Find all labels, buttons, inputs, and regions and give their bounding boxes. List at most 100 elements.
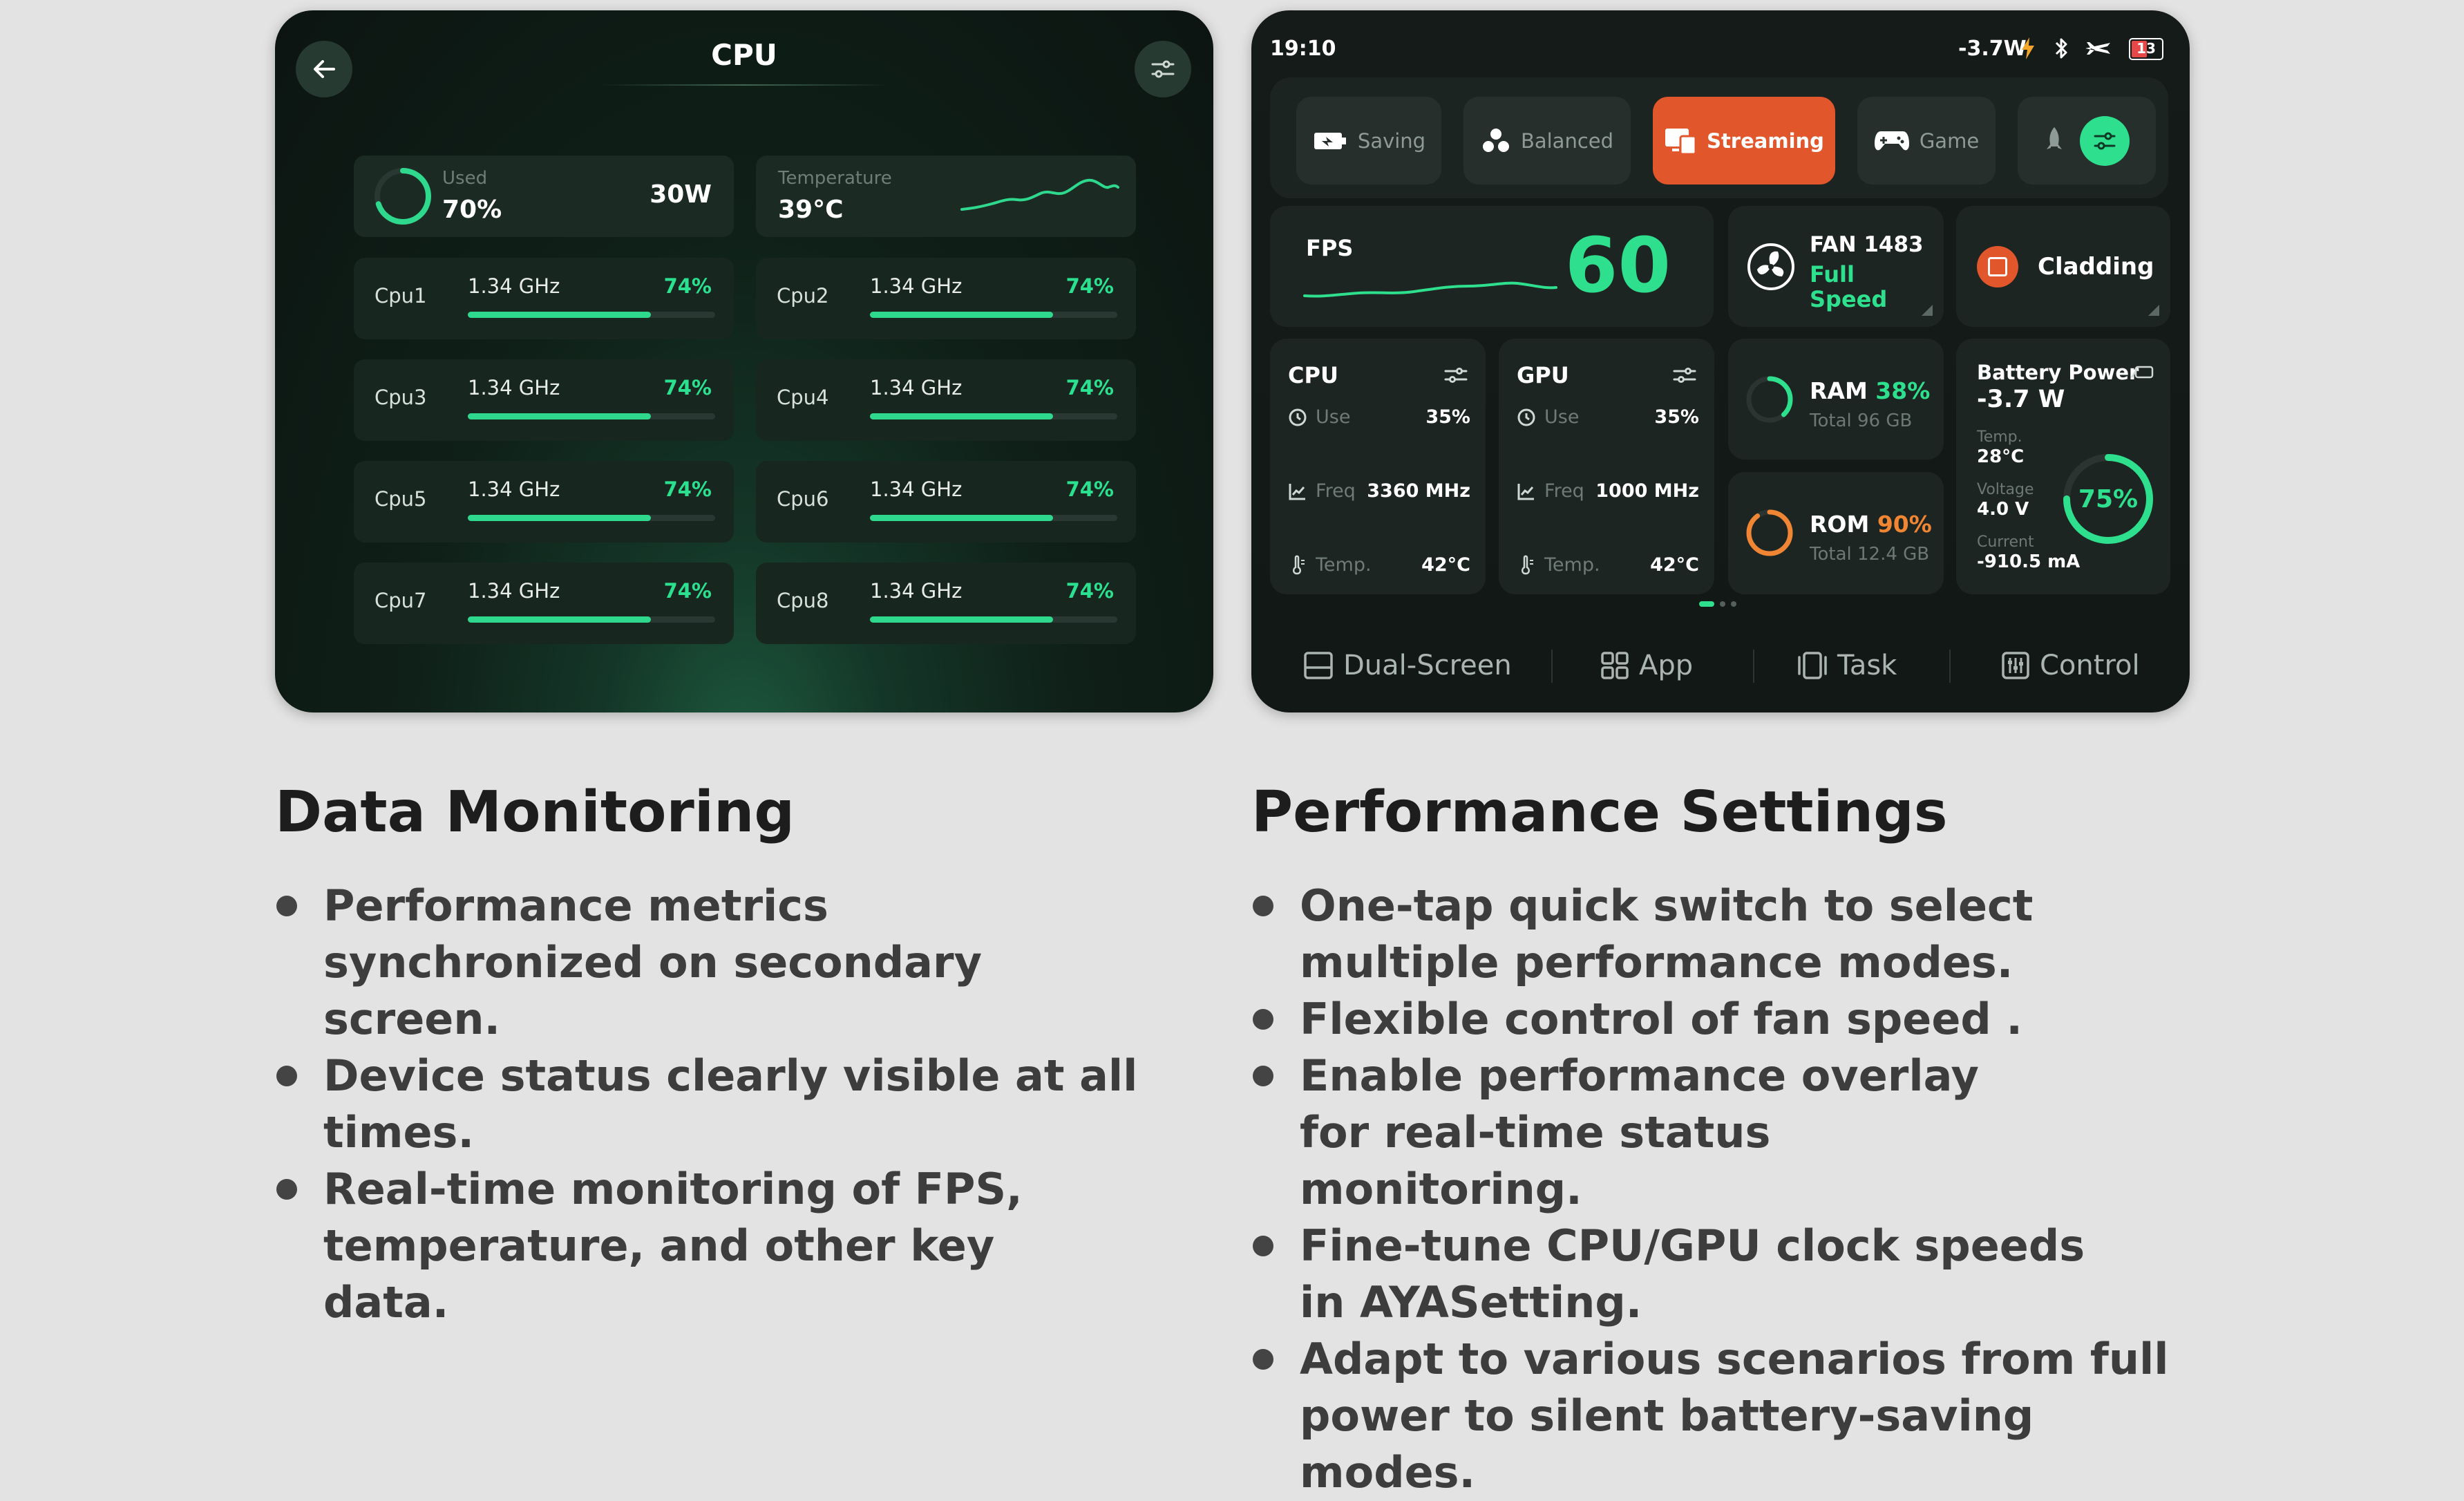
bluetooth-icon — [2055, 38, 2067, 59]
core-progress-bar — [468, 616, 715, 623]
list-item: Flexible control of fan speed . — [1251, 991, 2226, 1048]
settings-button[interactable] — [1135, 41, 1191, 97]
gpu-freq-label: Freq — [1544, 480, 1584, 502]
battery-voltage-label: Voltage — [1977, 481, 2034, 498]
fan-card[interactable]: FAN 1483 Full Speed — [1728, 206, 1944, 327]
core-card: Cpu8 1.34 GHz 74% — [756, 563, 1136, 644]
custom-mode-button[interactable] — [2018, 97, 2156, 185]
status-power: -3.7W — [1958, 37, 2027, 61]
used-value: 70% — [442, 196, 502, 224]
fan-label: FAN 1483 — [1810, 232, 1924, 257]
rom-percent: 90% — [1877, 511, 1932, 538]
mode-streaming-button[interactable]: Streaming — [1653, 97, 1835, 185]
title-divider — [600, 84, 890, 86]
core-frequency: 1.34 GHz — [468, 274, 560, 298]
core-frequency: 1.34 GHz — [870, 579, 963, 603]
cpu-use-row: Use — [1288, 406, 1350, 428]
data-monitoring-list: Performance metrics synchronized on seco… — [275, 878, 1229, 1331]
cladding-icon — [1977, 246, 2018, 287]
ram-label-row: RAM 38% — [1810, 377, 1930, 404]
core-card: Cpu6 1.34 GHz 74% — [756, 461, 1136, 542]
core-name: Cpu6 — [777, 487, 829, 511]
mode-game-button[interactable]: Game — [1857, 97, 1996, 185]
core-name: Cpu5 — [375, 487, 427, 511]
app-grid-icon — [1601, 652, 1629, 679]
gpu-stats-card[interactable]: GPU Use 35% Freq 1000 MHz Temp. 42°C — [1499, 339, 1714, 594]
gamepad-icon — [1874, 131, 1909, 150]
thermometer-icon — [1522, 555, 1533, 574]
core-progress-fill — [870, 616, 1053, 623]
cladding-card[interactable]: Cladding — [1956, 206, 2170, 327]
cpu-temp-value: 42°C — [1421, 554, 1470, 576]
battery-temp-label: Temp. — [1977, 428, 2022, 446]
nav-dual-screen[interactable]: Dual-Screen — [1303, 645, 1512, 686]
cpu-monitor-panel: CPU Used 70% 30W Temperature 39°C Cpu1 1… — [275, 10, 1213, 712]
dual-screen-icon — [1304, 652, 1333, 679]
core-progress-bar — [870, 515, 1117, 521]
list-item: Enable performance overlay for real-time… — [1251, 1048, 2046, 1218]
cpu-use-value: 35% — [1425, 406, 1470, 428]
task-icon — [1798, 652, 1827, 679]
temperature-label: Temperature — [778, 168, 892, 189]
core-frequency: 1.34 GHz — [468, 376, 560, 399]
control-icon — [2002, 652, 2029, 679]
sliders-toggle[interactable] — [2080, 115, 2130, 166]
gpu-use-row: Use — [1517, 406, 1579, 428]
mode-balanced-button[interactable]: Balanced — [1463, 97, 1631, 185]
core-percent: 74% — [663, 376, 712, 399]
rom-label-row: ROM 90% — [1810, 511, 1932, 538]
page-dot[interactable] — [1720, 601, 1725, 607]
nav-task[interactable]: Task — [1797, 645, 1897, 686]
gpu-freq-row: Freq — [1517, 480, 1584, 502]
cpu-freq-label: Freq — [1316, 480, 1356, 502]
gpu-use-label: Use — [1544, 406, 1580, 428]
core-percent: 74% — [1065, 376, 1114, 399]
core-name: Cpu4 — [777, 386, 829, 409]
mode-saving-button[interactable]: Saving — [1296, 97, 1441, 185]
core-frequency: 1.34 GHz — [870, 274, 963, 298]
nav-label: Control — [2040, 650, 2140, 681]
cpu-stats-card[interactable]: CPU Use 35% Freq 3360 MHz Temp. 42°C — [1270, 339, 1486, 594]
list-item: Adapt to various scenarios from full pow… — [1251, 1331, 2219, 1501]
data-monitoring-heading: Data Monitoring — [275, 780, 795, 845]
core-name: Cpu8 — [777, 589, 829, 612]
temperature-card: Temperature 39°C — [756, 155, 1136, 237]
clock-icon — [1517, 408, 1535, 426]
fps-label: FPS — [1306, 235, 1354, 261]
core-card: Cpu2 1.34 GHz 74% — [756, 258, 1136, 339]
core-percent: 74% — [1065, 579, 1114, 603]
core-percent: 74% — [1065, 274, 1114, 298]
performance-panel: 19:10 -3.7W 13 Saving Balanced Streaming… — [1251, 10, 2190, 712]
battery-card: Battery Power -3.7 W Temp. 28°C Voltage … — [1956, 339, 2170, 594]
battery-current-value: -910.5 mA — [1977, 551, 2081, 572]
page-dot-active[interactable] — [1699, 601, 1714, 607]
cpu-title: CPU — [1288, 362, 1338, 388]
chart-line-icon — [1517, 483, 1534, 500]
core-card: Cpu3 1.34 GHz 74% — [354, 359, 734, 441]
nav-app[interactable]: App — [1600, 645, 1693, 686]
page-dot[interactable] — [1731, 601, 1736, 607]
core-name: Cpu1 — [375, 284, 427, 308]
cpu-temp-row: Temp. — [1288, 554, 1372, 576]
core-frequency: 1.34 GHz — [870, 376, 963, 399]
ram-ring — [1746, 376, 1793, 423]
airplane-icon — [2085, 42, 2110, 55]
gpu-freq-value: 1000 MHz — [1595, 480, 1699, 502]
nav-control[interactable]: Control — [2001, 645, 2140, 686]
battery-status-icon: 13 — [2129, 38, 2163, 60]
ram-percent: 38% — [1875, 377, 1931, 404]
mode-label: Streaming — [1707, 129, 1824, 153]
nav-label: Task — [1837, 650, 1897, 681]
rom-total: Total 12.4 GB — [1810, 544, 1930, 565]
core-progress-bar — [468, 413, 715, 419]
power-value: 30W — [650, 180, 712, 209]
ram-card: RAM 38% Total 96 GB — [1728, 339, 1944, 460]
core-frequency: 1.34 GHz — [468, 478, 560, 501]
battery-voltage-value: 4.0 V — [1977, 499, 2029, 520]
core-progress-bar — [468, 515, 715, 521]
core-name: Cpu3 — [375, 386, 427, 409]
status-time: 19:10 — [1270, 37, 1336, 61]
performance-settings-list: One-tap quick switch to select multiple … — [1251, 878, 2219, 1501]
sliders-icon — [1444, 368, 1468, 383]
list-item: Real-time monitoring of FPS, temperature… — [275, 1161, 1111, 1331]
